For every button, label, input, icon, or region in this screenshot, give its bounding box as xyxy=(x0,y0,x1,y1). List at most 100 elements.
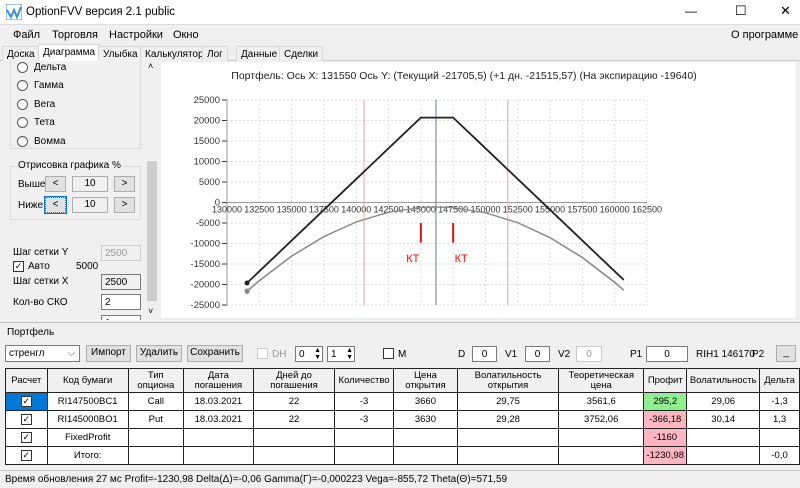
column-header[interactable]: Количество xyxy=(334,368,394,393)
calc-checkbox-cell[interactable]: ✓ xyxy=(5,410,48,429)
table-cell[interactable]: 295,2 xyxy=(643,392,688,411)
column-header[interactable]: Волатильность открытия xyxy=(456,368,560,393)
table-cell[interactable]: -1,3 xyxy=(759,392,800,411)
table-cell[interactable]: 22 xyxy=(252,410,336,429)
table-cell[interactable]: 1,3 xyxy=(759,410,800,429)
table-cell[interactable]: 3752,06 xyxy=(558,410,645,429)
table-cell[interactable] xyxy=(456,428,560,447)
x-tick-label: 160000 xyxy=(600,205,630,215)
p1-input[interactable]: 0 xyxy=(646,346,688,362)
table-row[interactable]: ✓ RI145000BO1 Put 18.03.2021 22 -3 3630 29,28 37… xyxy=(5,410,800,429)
column-header[interactable]: Теоретическая цена xyxy=(558,368,645,393)
table-cell[interactable]: FixedProfit xyxy=(46,428,129,447)
table-cell[interactable] xyxy=(392,428,458,447)
instrument-price: RIH1 146170 xyxy=(696,349,755,360)
spinner-1[interactable]: 0 ▲ ▼ xyxy=(295,346,323,362)
table-row[interactable]: ✓ RI147500BC1 Call 18.03.2021 22 -3 3660 29,75 3… xyxy=(5,392,800,411)
table-cell[interactable]: Итого: xyxy=(46,446,129,465)
dh-checkbox[interactable] xyxy=(257,348,268,359)
table-cell[interactable] xyxy=(334,428,394,447)
y-tick-label: 25000 xyxy=(194,95,220,106)
table-cell[interactable] xyxy=(334,446,394,465)
checkbox-checked-icon[interactable]: ✓ xyxy=(20,414,32,425)
column-header[interactable]: Цена открытия xyxy=(392,368,458,393)
spinner-2[interactable]: 1 ▲ ▼ xyxy=(327,346,355,362)
y-tick-label: -20000 xyxy=(190,280,220,291)
checkbox-checked-icon[interactable]: ✓ xyxy=(20,396,32,407)
spinner-1-value: 0 xyxy=(299,349,305,360)
table-cell[interactable]: 3630 xyxy=(392,410,458,429)
column-header[interactable]: Дата погашения xyxy=(182,368,254,393)
table-cell[interactable]: -3 xyxy=(334,410,394,429)
column-header[interactable]: Волатильность xyxy=(686,368,761,393)
y-tick-label: 0 xyxy=(215,198,220,209)
table-cell[interactable] xyxy=(182,446,254,465)
v1-input[interactable]: 0 xyxy=(525,346,550,362)
kt-label: КТ xyxy=(406,253,419,265)
table-cell[interactable] xyxy=(252,428,336,447)
column-header[interactable]: Дельта xyxy=(759,368,800,393)
column-header[interactable]: Тип опциона xyxy=(127,368,184,393)
x-tick-label: 135000 xyxy=(277,205,307,215)
table-cell[interactable] xyxy=(759,428,800,447)
splitter[interactable] xyxy=(0,322,800,324)
series-line xyxy=(246,206,625,292)
m-label: M xyxy=(398,349,407,360)
table-cell[interactable] xyxy=(182,428,254,447)
table-cell[interactable] xyxy=(686,446,761,465)
d-input[interactable]: 0 xyxy=(472,346,497,362)
table-cell[interactable]: -366,18 xyxy=(643,410,688,429)
y-tick-label: -15000 xyxy=(190,259,220,270)
table-cell[interactable]: RI145000BO1 xyxy=(46,410,129,429)
table-cell[interactable] xyxy=(558,428,645,447)
table-cell[interactable]: -1230,98 xyxy=(643,446,688,465)
d-label: D xyxy=(458,349,466,360)
table-cell[interactable]: 29,28 xyxy=(456,410,560,429)
table-cell[interactable] xyxy=(686,428,761,447)
table-cell[interactable] xyxy=(558,446,645,465)
column-header[interactable]: Код бумаги xyxy=(46,368,129,393)
column-header[interactable]: Расчет xyxy=(5,368,48,393)
delete-button[interactable]: Удалить xyxy=(136,345,182,362)
table-cell[interactable]: RI147500BC1 xyxy=(46,392,129,411)
table-cell[interactable]: 22 xyxy=(252,392,336,411)
calc-checkbox-cell[interactable]: ✓ xyxy=(5,428,48,447)
checkbox-checked-icon[interactable]: ✓ xyxy=(20,432,32,443)
table-row[interactable]: ✓ FixedProfit -1160 xyxy=(5,428,800,447)
table-cell[interactable] xyxy=(127,428,184,447)
table-cell[interactable] xyxy=(127,446,184,465)
checkbox-checked-icon[interactable]: ✓ xyxy=(20,450,32,461)
calc-checkbox-cell[interactable]: ✓ xyxy=(5,446,48,465)
table-cell[interactable]: -3 xyxy=(334,392,394,411)
x-tick-label: 132500 xyxy=(244,205,274,215)
table-cell[interactable]: 18.03.2021 xyxy=(182,392,254,411)
y-tick-label: -5000 xyxy=(196,218,220,229)
table-cell[interactable]: 18.03.2021 xyxy=(182,410,254,429)
table-cell[interactable]: Put xyxy=(127,410,184,429)
spin-arrows-icon[interactable]: ▲ ▼ xyxy=(314,347,321,361)
save-button[interactable]: Сохранить xyxy=(187,345,243,362)
p2-button[interactable]: _ xyxy=(776,345,796,362)
portfolio-group-title: Портфель xyxy=(7,327,55,338)
spin-arrows-icon[interactable]: ▲ ▼ xyxy=(346,347,353,361)
table-cell[interactable] xyxy=(392,446,458,465)
column-header[interactable]: Профит xyxy=(643,368,688,393)
table-cell[interactable]: -1160 xyxy=(643,428,688,447)
y-tick-label: -10000 xyxy=(190,239,220,250)
table-cell[interactable]: 30,14 xyxy=(686,410,761,429)
m-checkbox[interactable] xyxy=(383,348,394,359)
column-header[interactable]: Дней до погашения xyxy=(252,368,336,393)
table-cell[interactable] xyxy=(252,446,336,465)
table-cell[interactable]: 29,75 xyxy=(456,392,560,411)
table-cell[interactable]: 3561,6 xyxy=(558,392,645,411)
table-cell[interactable]: -0,0 xyxy=(759,446,800,465)
table-cell[interactable]: 29,06 xyxy=(686,392,761,411)
table-cell[interactable] xyxy=(456,446,560,465)
table-row[interactable]: ✓ Итого: -1230,98 -0,0 xyxy=(5,446,800,465)
table-cell[interactable]: Call xyxy=(127,392,184,411)
import-button[interactable]: Импорт xyxy=(86,345,131,362)
v2-input[interactable]: 0 xyxy=(576,346,602,362)
strategy-select[interactable]: стренгл ⌵ xyxy=(5,345,80,362)
calc-checkbox-cell[interactable]: ✓ xyxy=(5,392,48,411)
table-cell[interactable]: 3660 xyxy=(392,392,458,411)
